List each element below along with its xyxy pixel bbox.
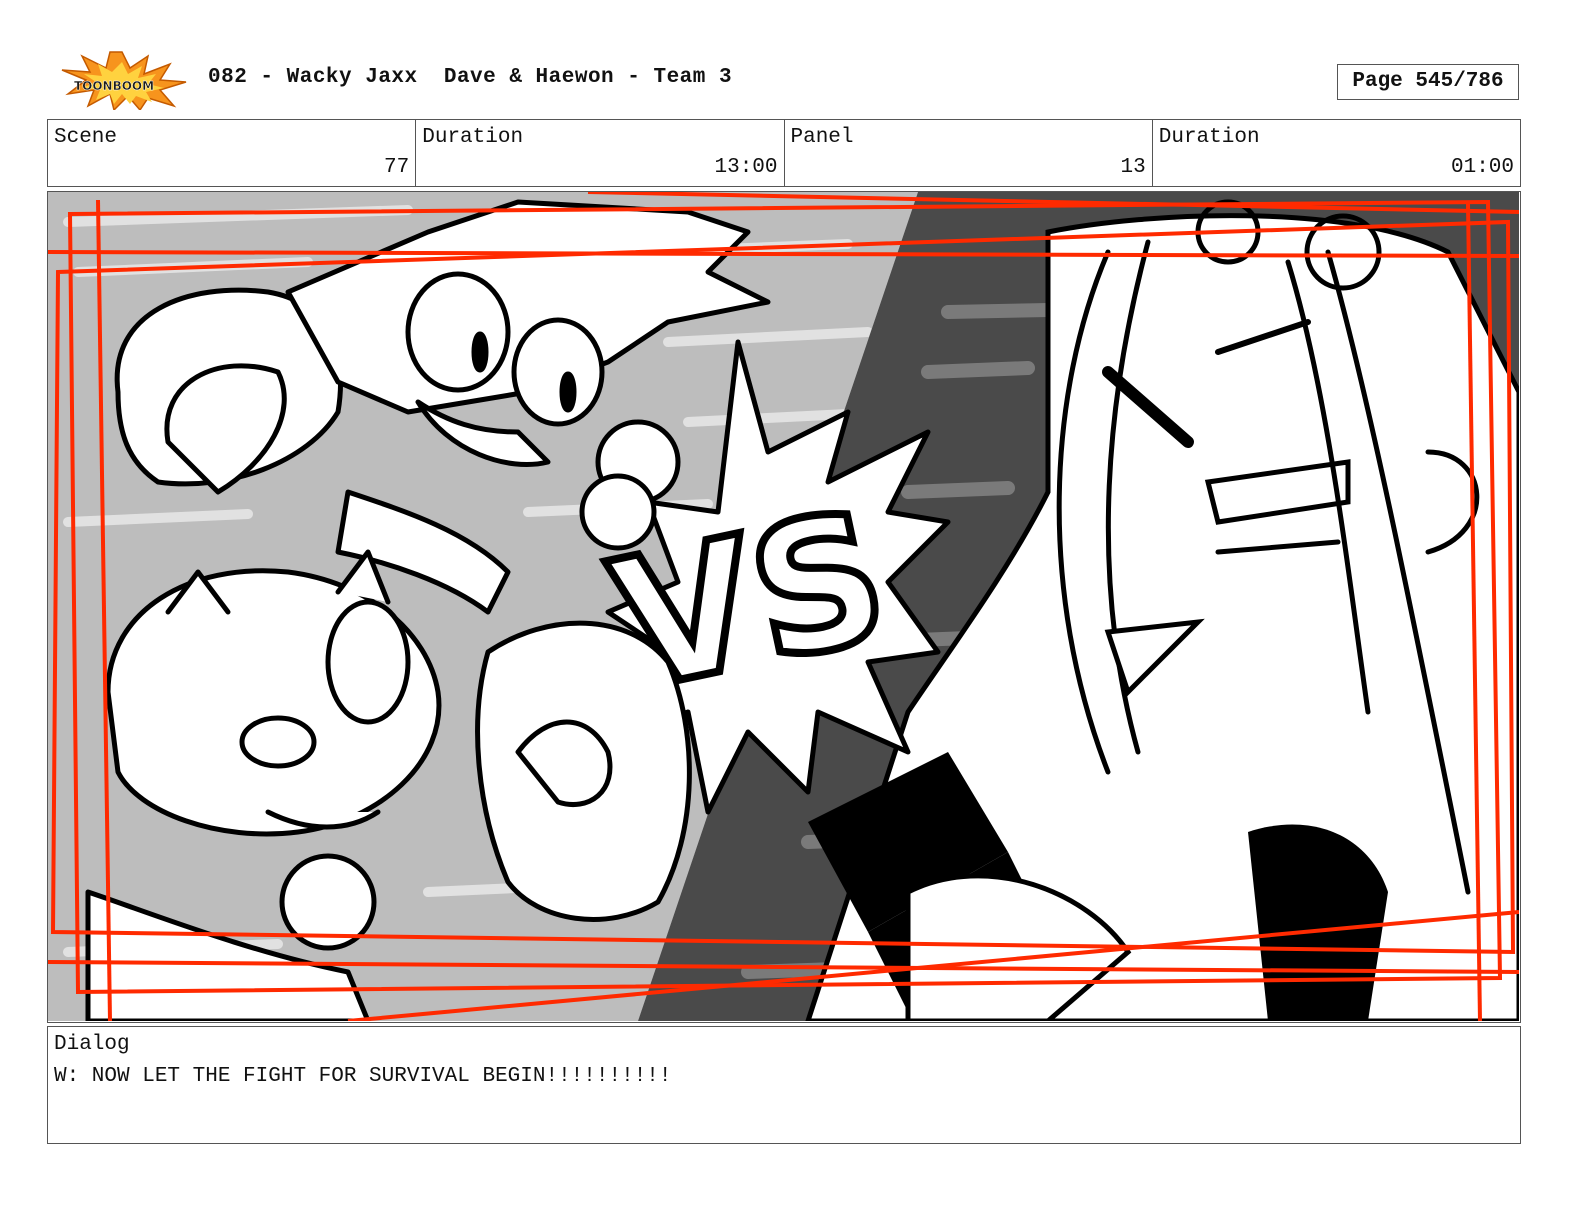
panel-duration-cell: Duration 01:00 <box>1153 120 1520 186</box>
scene-duration-cell: Duration 13:00 <box>416 120 785 186</box>
dialog-section: Dialog W: NOW LET THE FIGHT FOR SURVIVAL… <box>47 1026 1521 1144</box>
logo-text: TOONBOOM <box>74 79 154 93</box>
panel-value: 13 <box>1120 156 1146 179</box>
scene-label: Scene <box>54 126 118 149</box>
scene-cell: Scene 77 <box>48 120 417 186</box>
scene-value: 77 <box>384 156 410 179</box>
dialog-text: W: NOW LET THE FIGHT FOR SURVIVAL BEGIN!… <box>54 1065 672 1088</box>
panel-cell: Panel 13 <box>785 120 1153 186</box>
panel-info-row: Scene 77 Duration 13:00 Panel 13 Duratio… <box>47 119 1521 187</box>
panel-duration-label: Duration <box>1158 126 1260 149</box>
panel-label: Panel <box>790 126 854 149</box>
storyboard-title: 082 - Wacky Jaxx Dave & Haewon - Team 3 <box>208 66 733 89</box>
toonboom-logo: TOONBOOM <box>52 50 188 112</box>
page-header: TOONBOOM 082 - Wacky Jaxx Dave & Haewon … <box>0 0 1582 118</box>
scene-duration-label: Duration <box>422 126 524 149</box>
panel-duration-value: 01:00 <box>1450 156 1514 179</box>
page-indicator: Page 545/786 <box>1337 64 1519 100</box>
panel-drawing: VS <box>48 192 1519 1021</box>
scene-duration-value: 13:00 <box>714 156 778 179</box>
storyboard-panel: VS <box>47 191 1521 1023</box>
dialog-label: Dialog <box>54 1033 130 1056</box>
